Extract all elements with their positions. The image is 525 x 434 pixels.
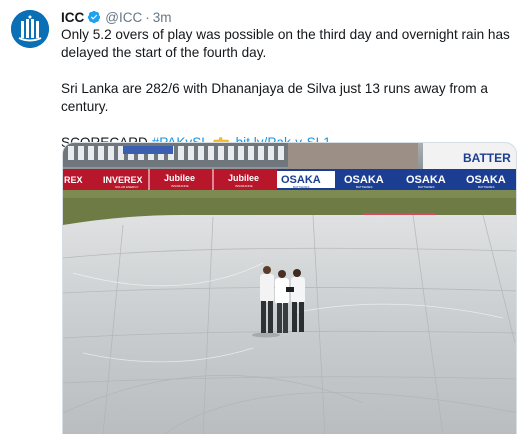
- tweet-photo[interactable]: BATTER REX INVEREX SOLAR ENERGY Jubilee …: [62, 142, 517, 434]
- ad-board-5-sub: BATTERIES: [293, 185, 309, 189]
- ad-board-4-sub: INSURANCE: [235, 184, 253, 188]
- ad-board-2: INVEREX: [103, 175, 143, 185]
- ad-board-8-sub: BATTERIES: [478, 185, 494, 189]
- ad-board-4: Jubilee: [228, 173, 259, 183]
- tweet[interactable]: ICC @ICC · 3m Only 5.2 overs of play was…: [0, 0, 525, 434]
- ad-board-1: REX: [64, 175, 83, 185]
- separator-dot: ·: [145, 9, 150, 25]
- stadium-photo: BATTER REX INVEREX SOLAR ENERGY Jubilee …: [63, 143, 516, 434]
- tweet-header: ICC @ICC · 3m: [61, 8, 171, 26]
- timestamp[interactable]: 3m: [153, 10, 172, 25]
- ad-board-6-sub: BATTERIES: [356, 185, 372, 189]
- top-sign: BATTER: [463, 151, 511, 165]
- ad-board-2-sub: SOLAR ENERGY: [115, 185, 139, 189]
- ad-board-3: Jubilee: [164, 173, 195, 183]
- avatar[interactable]: [11, 10, 49, 48]
- tweet-paragraph-1: Only 5.2 overs of play was possible on t…: [61, 27, 510, 60]
- tweet-text: Only 5.2 overs of play was possible on t…: [61, 26, 517, 152]
- display-name[interactable]: ICC: [61, 10, 84, 25]
- icc-logo-icon: [11, 10, 49, 48]
- ad-board-7-sub: BATTERIES: [418, 185, 434, 189]
- verified-badge-icon: [87, 10, 101, 24]
- user-handle[interactable]: @ICC: [105, 10, 142, 25]
- ad-board-3-sub: INSURANCE: [171, 184, 189, 188]
- tweet-paragraph-2: Sri Lanka are 282/6 with Dhananjaya de S…: [61, 81, 488, 114]
